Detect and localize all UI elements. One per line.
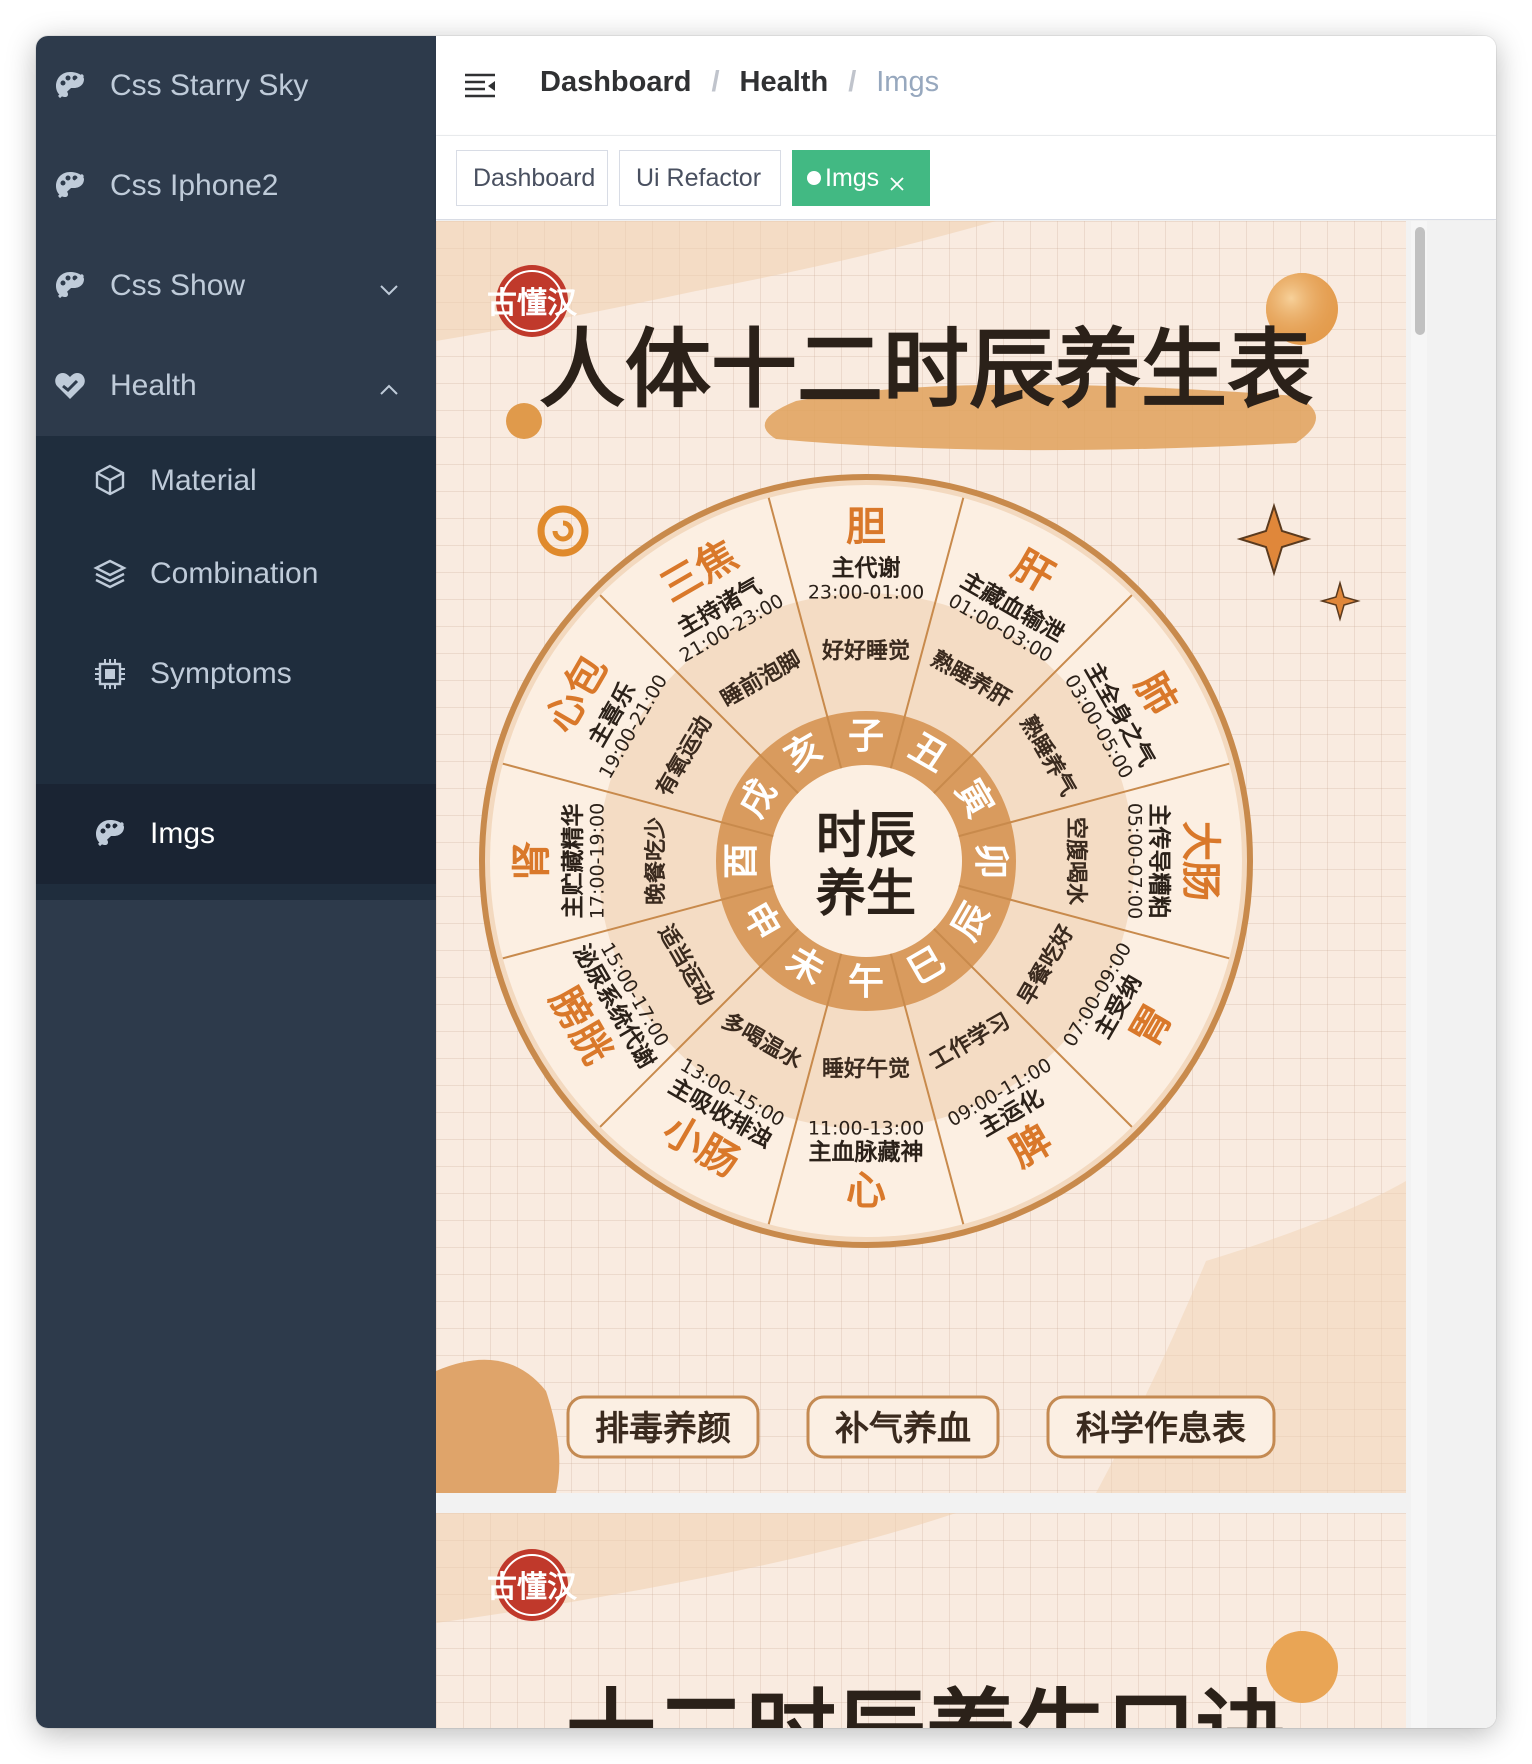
- wheel-branch-label: 午: [848, 962, 884, 1003]
- tag-label: Dashboard: [473, 163, 596, 192]
- wheel-time-label: 11:00-13:00: [808, 1118, 924, 1140]
- cube-icon: [92, 462, 128, 498]
- wheel-branch-label: 卯: [970, 843, 1011, 879]
- tags-view: Dashboard Ui Refactor Imgs: [436, 136, 1496, 220]
- wheel-tip-label: 晚餐吃少: [643, 817, 669, 905]
- wheel-role-label: 主血脉藏神: [809, 1139, 924, 1166]
- main-area: Dashboard / Health / Imgs Dashboard Ui R…: [436, 36, 1496, 1728]
- wheel-role-label: 主代谢: [832, 555, 901, 582]
- poster-button-detox: 排毒养颜: [595, 1409, 731, 1449]
- sun-icon: [537, 505, 589, 557]
- wheel-time-label: 17:00-19:00: [587, 803, 609, 919]
- chip-icon: [92, 656, 128, 692]
- breadcrumb-item-dashboard[interactable]: Dashboard: [540, 66, 691, 99]
- sidebar-item-label: Combination: [150, 557, 319, 590]
- wheel-organ-label: 心: [846, 1168, 886, 1214]
- sidebar-item-label: Css Iphone2: [110, 169, 279, 202]
- wheel-role-label: 主贮藏精华: [560, 804, 587, 919]
- wheel-tip-label: 空腹喝水: [1063, 817, 1089, 906]
- sidebar-item-label: Imgs: [150, 817, 216, 850]
- scrollbar-track[interactable]: [1411, 221, 1427, 1728]
- sidebar-item-label: Symptoms: [150, 657, 292, 690]
- poster-button-schedule: 科学作息表: [1076, 1409, 1246, 1449]
- health-wheel-illustration: 古懂汉 人体十二时辰养生表 胆主代谢23:00-01:00好好睡觉子肝主藏血输泄…: [436, 221, 1406, 1493]
- sidebar-item-symptoms[interactable]: Symptoms: [36, 624, 436, 724]
- sidebar-item-label: Material: [150, 464, 257, 497]
- wheel-branch-label: 子: [848, 716, 884, 757]
- poster-button-qi-blood: 补气养血: [835, 1409, 971, 1449]
- app-window: Css Starry Sky Css Iphone2 Css Show Heal…: [36, 36, 1496, 1728]
- palette-icon: [92, 816, 128, 852]
- poster-title: 人体十二时辰养生表: [539, 320, 1313, 420]
- wheel-organ-label: 胆: [846, 504, 886, 550]
- sparkle-icon: [1236, 502, 1312, 577]
- palette-icon: [52, 168, 88, 204]
- tag-label: Ui Refactor: [636, 163, 762, 192]
- sidebar-item-label: Css Show: [110, 269, 246, 302]
- sidebar-item-css-show[interactable]: Css Show: [36, 236, 436, 336]
- wheel-time-label: 05:00-07:00: [1124, 803, 1146, 919]
- navbar: Dashboard / Health / Imgs: [436, 36, 1496, 136]
- brand-logo-text: 古懂汉: [487, 1570, 578, 1605]
- hamburger-icon[interactable]: [462, 68, 498, 104]
- sidebar-item-css-iphone2[interactable]: Css Iphone2: [36, 136, 436, 236]
- sidebar-item-health[interactable]: Health: [36, 336, 436, 436]
- breadcrumb-item-imgs: Imgs: [876, 66, 940, 98]
- tag-dashboard[interactable]: Dashboard: [456, 150, 608, 206]
- tag-ui-refactor[interactable]: Ui Refactor: [619, 150, 781, 206]
- sidebar-item-label: Health: [110, 369, 197, 402]
- image-gallery: 古懂汉 人体十二时辰养生表 胆主代谢 23:00-01:00 好好睡觉子肝主藏血输泄…: [436, 221, 1496, 1728]
- sidebar-item-material[interactable]: Material: [36, 436, 436, 524]
- chevron-up-icon: [378, 375, 400, 397]
- chevron-down-icon: [378, 275, 400, 297]
- breadcrumb-separator: /: [711, 66, 720, 98]
- sidebar-item-imgs[interactable]: Imgs: [36, 784, 436, 884]
- layers-icon: [92, 556, 128, 592]
- active-dot-icon: [807, 171, 821, 185]
- brand-logo-text: 古懂汉: [487, 286, 578, 321]
- wheel-organ-label: 肾: [509, 841, 555, 881]
- poster-button-row: 排毒养颜 补气养血 科学作息表: [566, 1395, 1276, 1459]
- poster-image: 古懂汉 人体十二时辰养生表 胆主代谢 23:00-01:00 好好睡觉子肝主藏血输泄…: [436, 221, 1406, 1493]
- poster-image-2: 古懂汉 十二时辰养生口诀: [436, 1513, 1406, 1728]
- wheel-tip-label: 睡好午觉: [822, 1056, 910, 1082]
- tag-imgs[interactable]: Imgs: [792, 150, 930, 206]
- breadcrumb: Dashboard / Health / Imgs: [540, 66, 939, 99]
- wheel-organ-label: 大肠: [1177, 821, 1223, 901]
- wheel-center-label: 时辰: [816, 807, 916, 865]
- breadcrumb-separator: /: [848, 66, 857, 98]
- wheel-time-label: 23:00-01:00: [808, 582, 924, 604]
- sidebar-item-combination[interactable]: Combination: [36, 524, 436, 624]
- close-icon[interactable]: [889, 170, 905, 191]
- palette-icon: [52, 268, 88, 304]
- sparkle-icon: [1319, 580, 1361, 622]
- scrollbar-thumb[interactable]: [1415, 227, 1425, 335]
- palette-icon: [52, 68, 88, 104]
- heart-icon: [52, 368, 88, 404]
- wheel-role-label: 主传导糟粕: [1146, 804, 1173, 919]
- wheel-tip-label: 好好睡觉: [821, 638, 910, 664]
- breadcrumb-item-health[interactable]: Health: [740, 66, 829, 99]
- sidebar-item-css-starry-sky[interactable]: Css Starry Sky: [36, 36, 436, 136]
- twelve-hours-wheel: 胆主代谢23:00-01:00好好睡觉子肝主藏血输泄01:00-03:00熟睡养…: [479, 474, 1253, 1248]
- sidebar: Css Starry Sky Css Iphone2 Css Show Heal…: [36, 36, 436, 1728]
- tag-label: Imgs: [825, 163, 880, 192]
- sidebar-item-label: Css Starry Sky: [110, 69, 309, 102]
- wheel-center-label: 养生: [816, 865, 916, 923]
- poster2-title: 十二时辰养生口诀: [566, 1680, 1286, 1728]
- wheel-branch-label: 酉: [721, 843, 762, 879]
